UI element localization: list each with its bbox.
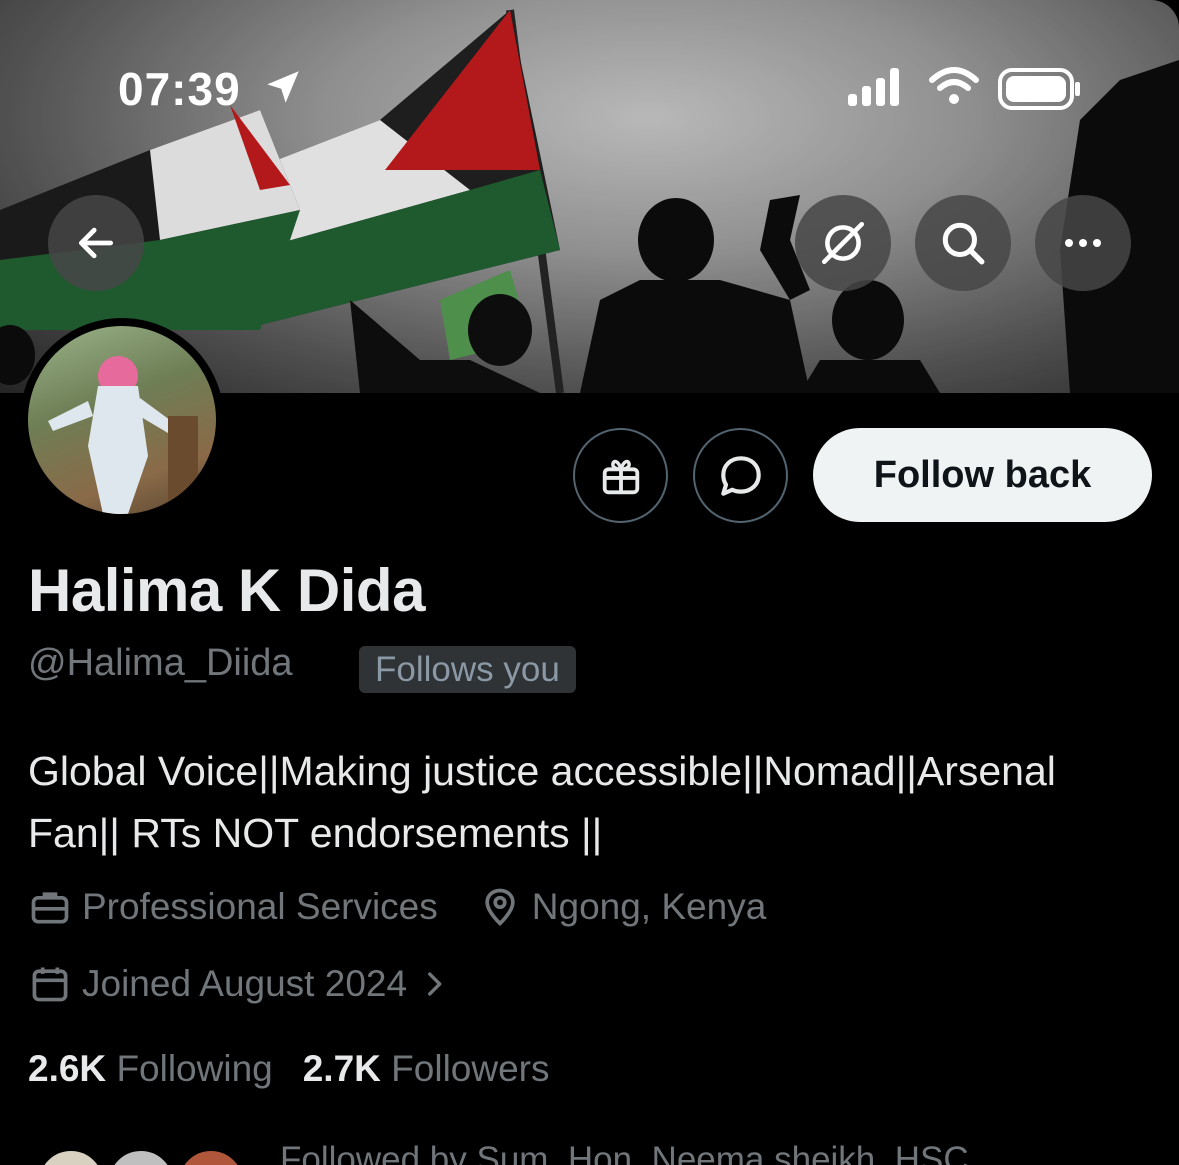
bio-line: Global Voice||Making justice accessible|… bbox=[28, 748, 1056, 794]
search-button[interactable] bbox=[915, 195, 1011, 291]
avatar[interactable] bbox=[20, 318, 224, 522]
avatar-image bbox=[28, 326, 216, 514]
joined-label: Joined August 2024 bbox=[82, 963, 408, 1004]
cellular-signal-icon bbox=[846, 66, 906, 113]
briefcase-icon bbox=[31, 892, 69, 924]
mini-avatar bbox=[36, 1148, 106, 1165]
wifi-icon bbox=[928, 66, 980, 113]
mini-avatar bbox=[176, 1148, 246, 1165]
more-button[interactable] bbox=[1035, 195, 1131, 291]
following-count: 2.6K bbox=[28, 1048, 107, 1089]
followed-by-text[interactable]: Followed by Sum, Hon. Neema sheikh, HSC bbox=[280, 1140, 969, 1165]
followers-link[interactable]: 2.7K Followers bbox=[303, 1048, 550, 1090]
chevron-right-icon bbox=[428, 972, 442, 996]
profile-meta: Professional Services Ngong, Kenya bbox=[28, 885, 806, 929]
following-link[interactable]: 2.6K Following bbox=[28, 1048, 273, 1090]
arrow-left-icon bbox=[78, 227, 114, 259]
follow-back-button[interactable]: Follow back bbox=[813, 428, 1152, 522]
profile-handle: @Halima_Diida bbox=[28, 642, 293, 684]
profile-stats: 2.6K Following 2.7K Followers bbox=[28, 1048, 580, 1090]
following-label: Following bbox=[116, 1048, 273, 1089]
translate-icon bbox=[821, 221, 865, 265]
profile-bio: Global Voice||Making justice accessible|… bbox=[28, 740, 1163, 864]
message-icon bbox=[720, 455, 761, 496]
location-item: Ngong, Kenya bbox=[478, 885, 767, 929]
category-label: Professional Services bbox=[82, 886, 438, 927]
battery-icon bbox=[998, 66, 1082, 117]
mini-avatar bbox=[106, 1148, 176, 1165]
message-button[interactable] bbox=[693, 428, 788, 523]
status-time: 07:39 bbox=[118, 63, 241, 115]
calendar-icon bbox=[32, 967, 68, 1002]
joined-row[interactable]: Joined August 2024 bbox=[28, 962, 501, 1006]
joined-item[interactable]: Joined August 2024 bbox=[28, 962, 461, 1006]
gift-icon bbox=[602, 459, 639, 494]
more-icon bbox=[1065, 239, 1101, 247]
back-button[interactable] bbox=[48, 195, 144, 291]
follows-you-badge: Follows you bbox=[359, 646, 576, 693]
bio-line: Fan|| RTs NOT endorsements || bbox=[28, 810, 603, 856]
profile-name: Halima K Dida bbox=[28, 557, 425, 624]
search-icon bbox=[942, 222, 985, 265]
followers-count: 2.7K bbox=[302, 1048, 381, 1089]
translate-button[interactable] bbox=[795, 195, 891, 291]
followed-by-avatars[interactable] bbox=[36, 1148, 246, 1165]
gift-button[interactable] bbox=[573, 428, 668, 523]
location-pin-icon bbox=[485, 888, 515, 927]
location-label: Ngong, Kenya bbox=[531, 886, 767, 927]
category-item: Professional Services bbox=[28, 885, 438, 929]
location-arrow-icon bbox=[262, 66, 304, 113]
followers-label: Followers bbox=[391, 1048, 550, 1089]
